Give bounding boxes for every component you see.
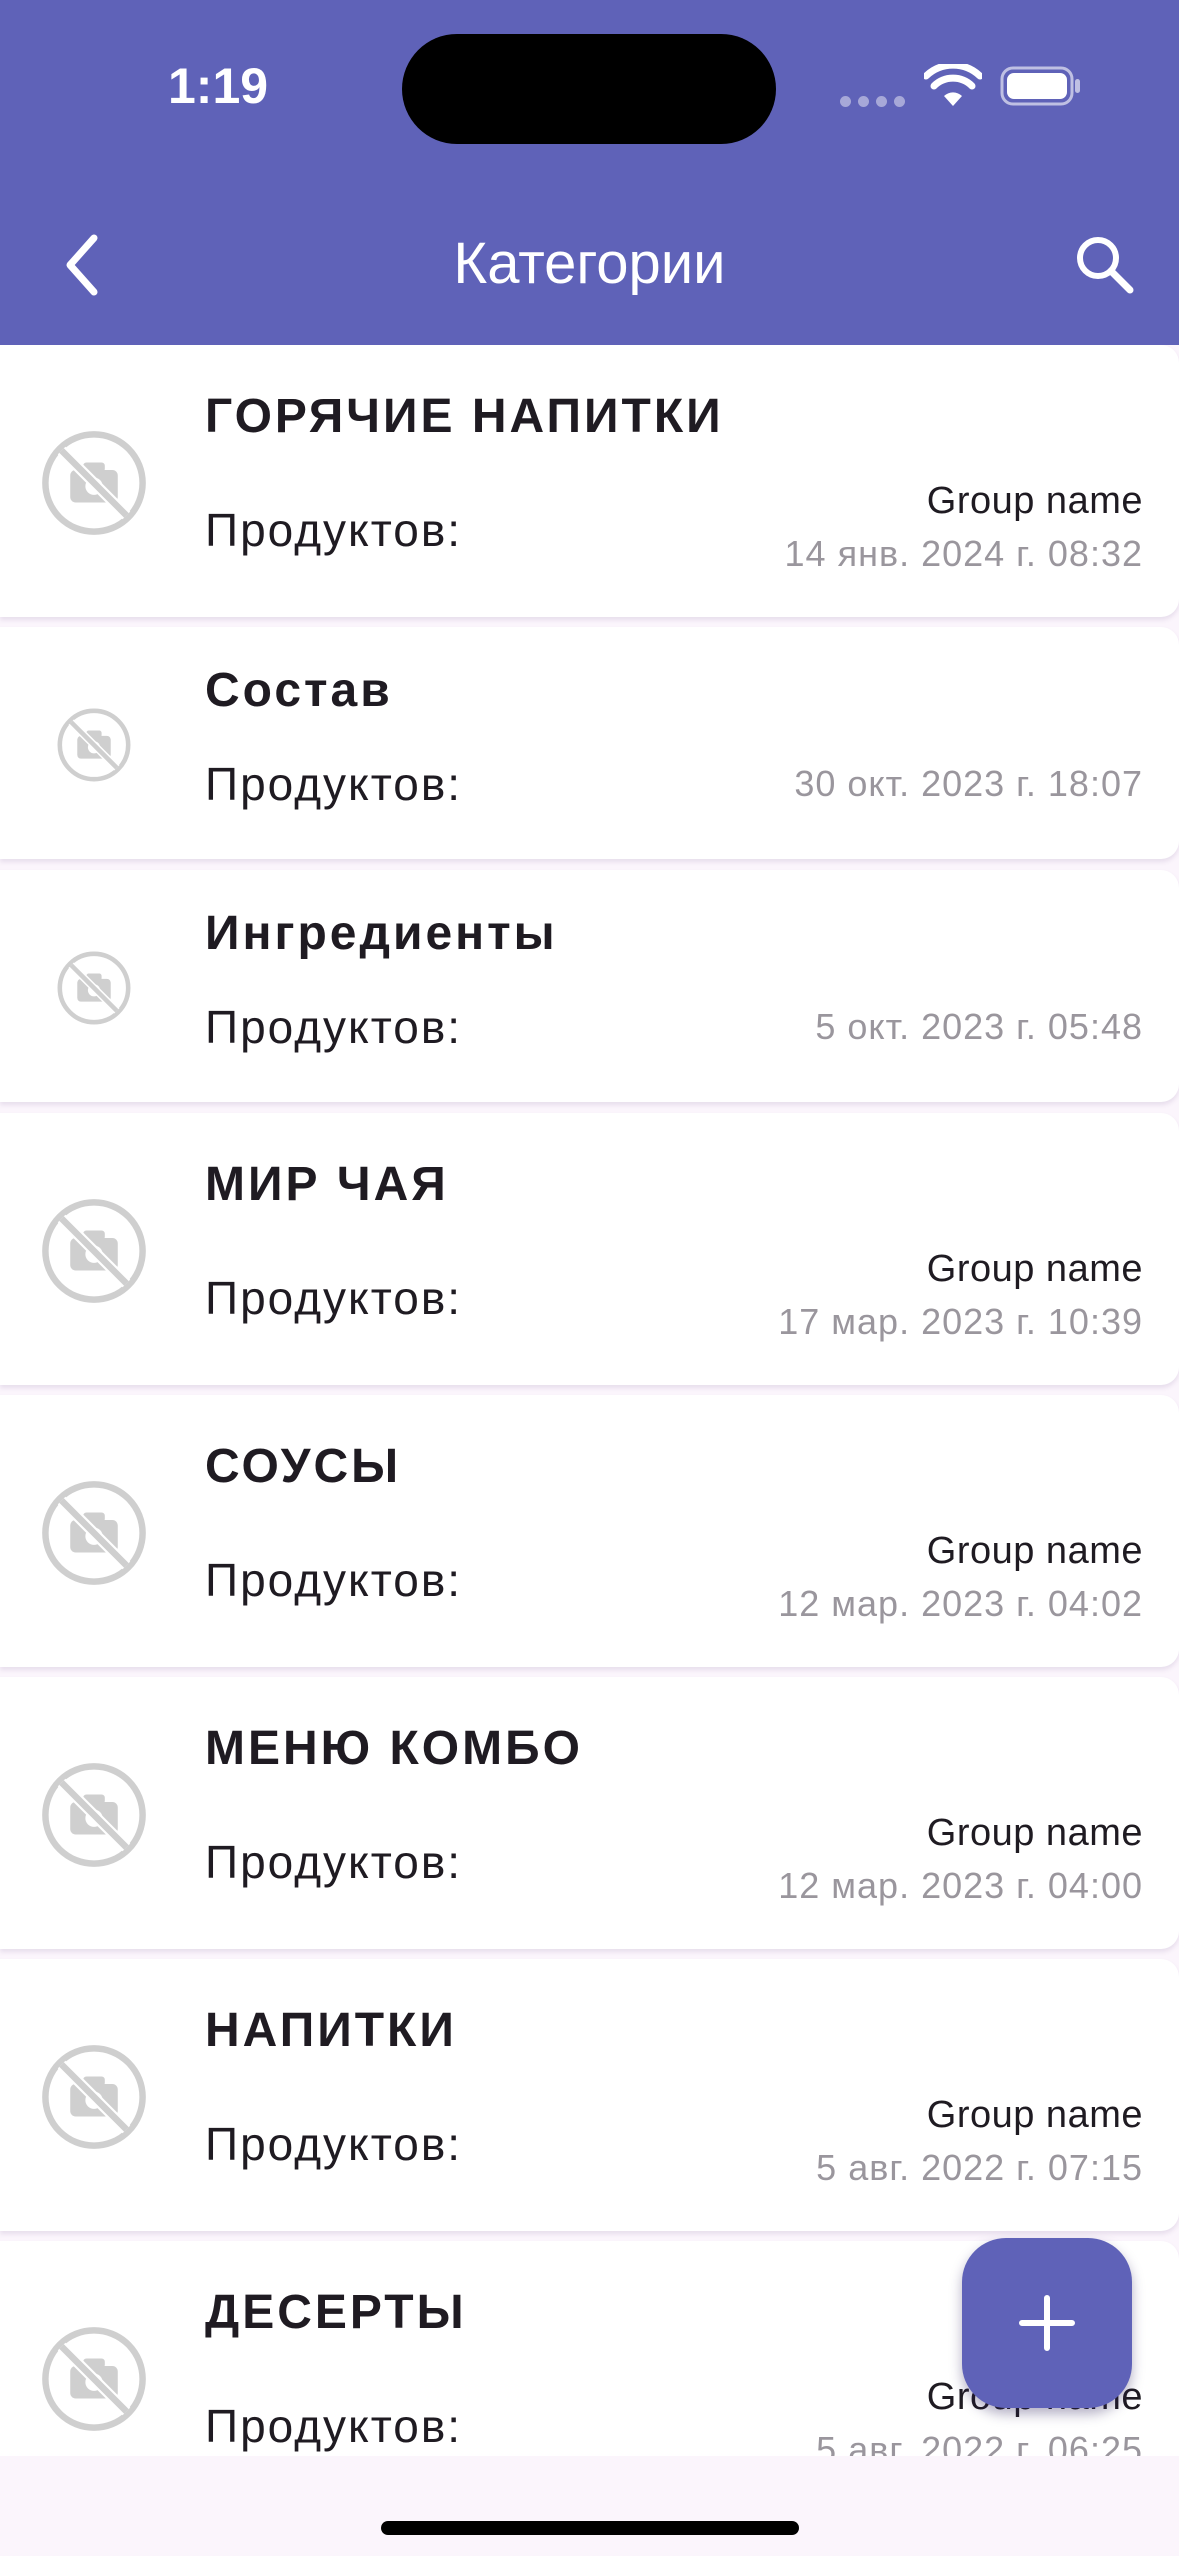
search-button[interactable] bbox=[1060, 220, 1150, 310]
category-name: ДЕСЕРТЫ bbox=[205, 2286, 467, 2339]
updated-date: 30 окт. 2023 г. 18:07 bbox=[794, 763, 1143, 804]
category-name: НАПИТКИ bbox=[205, 2004, 457, 2057]
battery-icon bbox=[1000, 66, 1080, 106]
home-indicator[interactable] bbox=[381, 2521, 799, 2535]
group-name: Group name bbox=[926, 480, 1143, 522]
category-name: Состав bbox=[205, 664, 393, 717]
updated-date: 14 янв. 2024 г. 08:32 bbox=[784, 533, 1143, 574]
updated-date: 5 авг. 2022 г. 06:25 bbox=[816, 2429, 1143, 2456]
category-name: Ингредиенты bbox=[205, 907, 558, 960]
categories-screen: 1:19 Категории ГОРЯЧИЕ НАПИТКИ Продуктов… bbox=[0, 0, 1179, 2556]
home-indicator-area bbox=[0, 2456, 1179, 2556]
category-card[interactable]: Ингредиенты Продуктов: 5 окт. 2023 г. 05… bbox=[0, 870, 1179, 1102]
chevron-left-icon bbox=[66, 234, 98, 296]
group-name: Group name bbox=[926, 2094, 1143, 2136]
no-image-icon bbox=[42, 1199, 146, 1303]
updated-date: 5 окт. 2023 г. 05:48 bbox=[815, 1006, 1143, 1047]
back-button[interactable] bbox=[40, 220, 130, 310]
no-image-icon bbox=[57, 951, 131, 1025]
updated-date: 12 мар. 2023 г. 04:02 bbox=[778, 1583, 1143, 1624]
no-image-icon bbox=[57, 708, 131, 782]
group-name bbox=[643, 717, 1143, 765]
category-card[interactable]: МЕНЮ КОМБО Продуктов: Group name 12 мар.… bbox=[0, 1677, 1179, 1949]
page-title: Категории bbox=[453, 231, 726, 296]
add-category-button[interactable] bbox=[962, 2238, 1132, 2408]
status-indicators bbox=[840, 62, 1090, 112]
status-time: 1:19 bbox=[168, 58, 269, 114]
group-name bbox=[643, 960, 1143, 1008]
category-name: МИР ЧАЯ bbox=[205, 1158, 449, 1211]
dynamic-island bbox=[402, 34, 776, 144]
no-image-icon bbox=[42, 1763, 146, 1867]
updated-date: 5 авг. 2022 г. 07:15 bbox=[816, 2147, 1143, 2188]
group-name: Group name bbox=[926, 1248, 1143, 1290]
plus-icon bbox=[1019, 2295, 1075, 2351]
no-image-icon bbox=[42, 1481, 146, 1585]
category-card[interactable]: НАПИТКИ Продуктов: Group name 5 авг. 202… bbox=[0, 1959, 1179, 2231]
category-name: СОУСЫ bbox=[205, 1440, 402, 1493]
cellular-signal-icon bbox=[840, 96, 910, 108]
updated-date: 12 мар. 2023 г. 04:00 bbox=[778, 1865, 1143, 1906]
category-card[interactable]: ГОРЯЧИЕ НАПИТКИ Продуктов: Group name 14… bbox=[0, 345, 1179, 617]
group-name: Group name bbox=[926, 1812, 1143, 1854]
category-card[interactable]: Состав Продуктов: 30 окт. 2023 г. 18:07 bbox=[0, 627, 1179, 859]
search-icon bbox=[1077, 237, 1134, 294]
no-image-icon bbox=[42, 2327, 146, 2431]
category-list[interactable]: ГОРЯЧИЕ НАПИТКИ Продуктов: Group name 14… bbox=[0, 345, 1179, 2456]
no-image-icon bbox=[42, 431, 146, 535]
category-name: МЕНЮ КОМБО bbox=[205, 1722, 583, 1775]
no-image-icon bbox=[42, 2045, 146, 2149]
group-name: Group name bbox=[926, 1530, 1143, 1572]
wifi-icon bbox=[924, 64, 982, 106]
category-card[interactable]: МИР ЧАЯ Продуктов: Group name 17 мар. 20… bbox=[0, 1113, 1179, 1385]
category-name: ГОРЯЧИЕ НАПИТКИ bbox=[205, 390, 724, 443]
app-bar: 1:19 Категории bbox=[0, 0, 1179, 345]
updated-date: 17 мар. 2023 г. 10:39 bbox=[778, 1301, 1143, 1342]
category-card[interactable]: СОУСЫ Продуктов: Group name 12 мар. 2023… bbox=[0, 1395, 1179, 1667]
